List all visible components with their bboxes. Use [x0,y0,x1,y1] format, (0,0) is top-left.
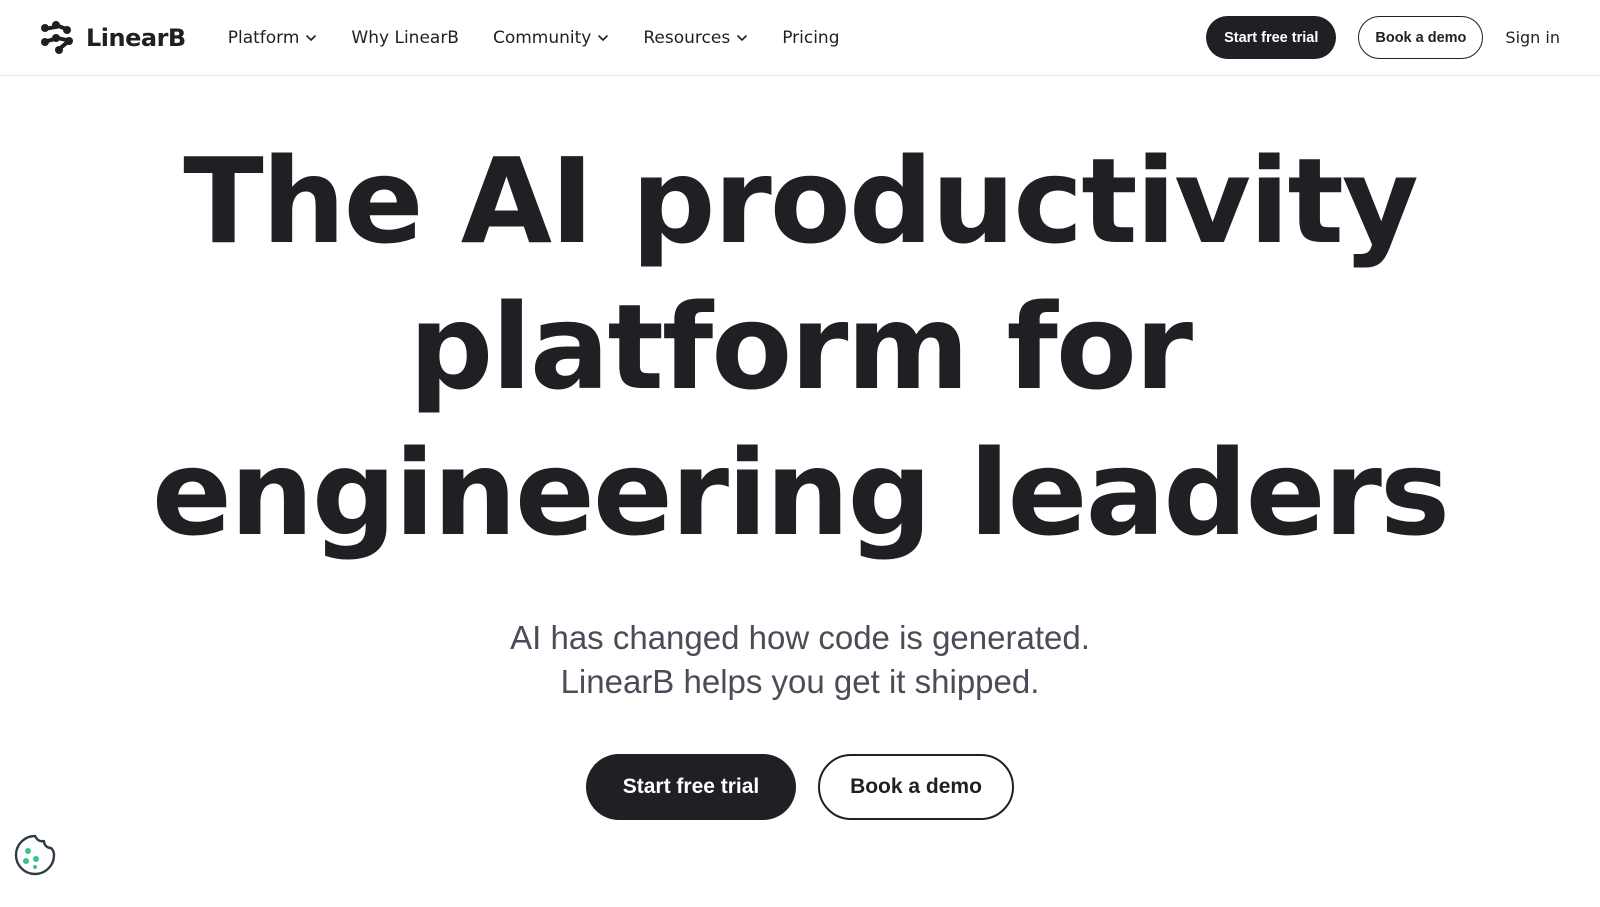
linearb-logo-icon [41,20,73,54]
header-book-demo-button[interactable]: Book a demo [1358,16,1484,59]
nav-item-label: Platform [227,27,300,48]
cookie-icon[interactable] [13,833,57,877]
nav-item-platform[interactable]: Platform [228,20,318,56]
nav-item-label: Why LinearB [351,27,459,48]
hero-subtitle-line: AI has changed how code is generated. [510,619,1090,656]
nav-item-label: Pricing [782,27,840,48]
hero-title: The AI productivity platform for enginee… [0,128,1600,566]
site-header: LinearB Platform Why LinearB Community R… [0,0,1600,76]
nav-item-why-linearb[interactable]: Why LinearB [351,20,459,56]
hero-subtitle: AI has changed how code is generated. Li… [0,616,1600,704]
header-start-trial-button[interactable]: Start free trial [1206,16,1337,59]
hero-title-line: engineering leaders [151,424,1450,562]
hero-subtitle-line: LinearB helps you get it shipped. [560,663,1040,700]
hero-section: The AI productivity platform for enginee… [0,76,1600,820]
brand-name: LinearB [86,23,186,52]
sign-in-link[interactable]: Sign in [1505,28,1560,47]
hero-title-line: platform for [408,278,1193,416]
hero-start-trial-button[interactable]: Start free trial [586,754,796,820]
hero-title-line: The AI productivity [183,132,1419,270]
main-nav: Platform Why LinearB Community Resources… [228,20,874,56]
hero-book-demo-button[interactable]: Book a demo [818,754,1014,820]
header-actions: Start free trial Book a demo Sign in [1206,16,1560,59]
hero-actions: Start free trial Book a demo [0,754,1600,820]
nav-item-resources[interactable]: Resources [643,20,748,56]
nav-item-community[interactable]: Community [493,20,609,56]
chevron-down-icon [306,34,317,41]
chevron-down-icon [737,34,747,41]
nav-item-pricing[interactable]: Pricing [782,20,839,56]
nav-item-label: Community [492,27,592,48]
chevron-down-icon [598,34,609,41]
brand-logo[interactable]: LinearB [40,20,186,55]
nav-item-label: Resources [643,27,731,48]
